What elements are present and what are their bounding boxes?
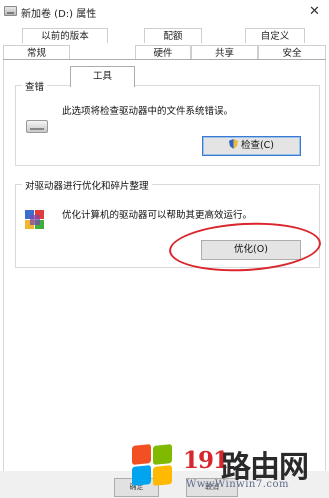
- error-check-description: 此选项将检查驱动器中的文件系统错误。: [62, 106, 234, 117]
- tab-general[interactable]: 常规: [3, 45, 70, 60]
- windows-logo-icon: [132, 444, 174, 487]
- title-bar: 新加卷 (D:) 属性 ✕: [0, 0, 329, 26]
- tab-quota[interactable]: 配额: [144, 28, 202, 43]
- tab-security[interactable]: 安全: [258, 45, 326, 60]
- tab-previous-versions[interactable]: 以前的版本: [22, 28, 108, 43]
- optimize-description: 优化计算机的驱动器可以帮助其更高效运行。: [62, 210, 253, 221]
- tab-customize[interactable]: 自定义: [245, 28, 305, 43]
- tab-sharing[interactable]: 共享: [191, 45, 258, 60]
- shield-icon: [228, 139, 238, 149]
- watermark-url: WwwWinwin7.com: [186, 479, 289, 490]
- close-button[interactable]: ✕: [307, 4, 322, 19]
- check-button[interactable]: 检查(C): [202, 136, 301, 156]
- check-button-label: 检查(C): [240, 140, 275, 151]
- window-title: 新加卷 (D:) 属性: [21, 9, 97, 20]
- tools-panel: 查错 此选项将检查驱动器中的文件系统错误。 检查(C) 对驱动器进行优化和碎片整…: [3, 60, 326, 498]
- error-check-group: 查错 此选项将检查驱动器中的文件系统错误。 检查(C): [15, 79, 320, 166]
- drive-icon: [26, 120, 48, 133]
- drive-icon: [4, 6, 17, 16]
- tab-tools[interactable]: 工具: [70, 66, 135, 87]
- error-check-title: 查错: [22, 79, 48, 93]
- defrag-icon: [25, 210, 47, 234]
- optimize-title: 对驱动器进行优化和碎片整理: [22, 178, 152, 192]
- tab-hardware[interactable]: 硬件: [135, 45, 191, 60]
- watermark: 191 路由网 WwwWinwin7.com: [130, 437, 329, 498]
